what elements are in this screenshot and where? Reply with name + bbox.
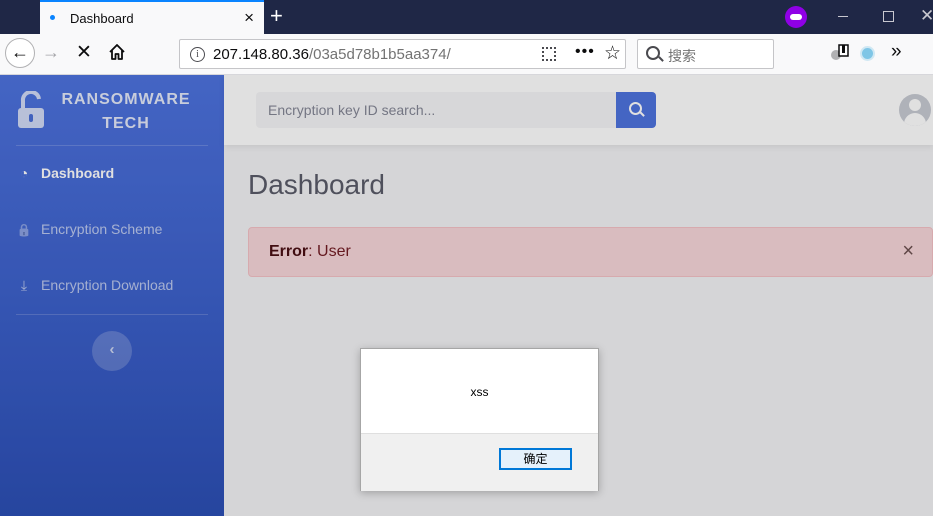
forward-button[interactable]: → <box>42 42 60 63</box>
url-host: 207.148.80.36 <box>213 46 309 63</box>
dialog-footer: 确定 <box>361 433 598 491</box>
window-close-button[interactable]: ✕ <box>920 6 933 26</box>
address-bar[interactable]: i 207.148.80.36/03a5d78b1b5aa374/ ••• ☆ <box>179 39 626 69</box>
new-tab-button[interactable]: + <box>270 4 283 28</box>
back-button[interactable]: ← <box>5 38 35 68</box>
window-maximize-button[interactable] <box>883 11 894 22</box>
private-browsing-mask-icon <box>785 6 807 28</box>
dialog-message: xss <box>470 385 489 399</box>
extension-bookmark-icon[interactable] <box>830 43 850 63</box>
search-icon <box>646 46 660 60</box>
ok-button[interactable]: 确定 <box>499 448 572 470</box>
site-info-icon[interactable]: i <box>190 47 205 62</box>
bookmark-star-icon[interactable]: ☆ <box>604 42 621 65</box>
browser-search-placeholder: 搜索 <box>668 48 696 64</box>
home-icon[interactable] <box>107 42 127 62</box>
browser-search-bar[interactable]: 搜索 <box>637 39 774 69</box>
url-text[interactable]: 207.148.80.36/03a5d78b1b5aa374/ <box>213 46 451 63</box>
loading-dot-icon <box>50 15 55 20</box>
url-path: /03a5d78b1b5aa374/ <box>308 46 451 63</box>
extension-circle-icon[interactable] <box>860 46 875 61</box>
navigation-toolbar: ← → ✕ i 207.148.80.36/03a5d78b1b5aa374/ … <box>0 34 933 75</box>
tab-title: Dashboard <box>70 11 134 26</box>
page-actions-menu-icon[interactable]: ••• <box>575 43 595 61</box>
stop-loading-button[interactable]: ✕ <box>76 41 92 64</box>
tab-close-icon[interactable]: × <box>244 8 254 28</box>
alert-dialog: xss 确定 <box>360 348 599 491</box>
tab-dashboard[interactable]: Dashboard × <box>40 0 264 34</box>
toolbar-overflow-icon[interactable]: » <box>891 41 902 63</box>
window-minimize-button[interactable] <box>838 16 848 17</box>
qr-code-icon[interactable] <box>542 47 556 61</box>
browser-tab-strip: Dashboard × + ✕ <box>0 0 933 34</box>
